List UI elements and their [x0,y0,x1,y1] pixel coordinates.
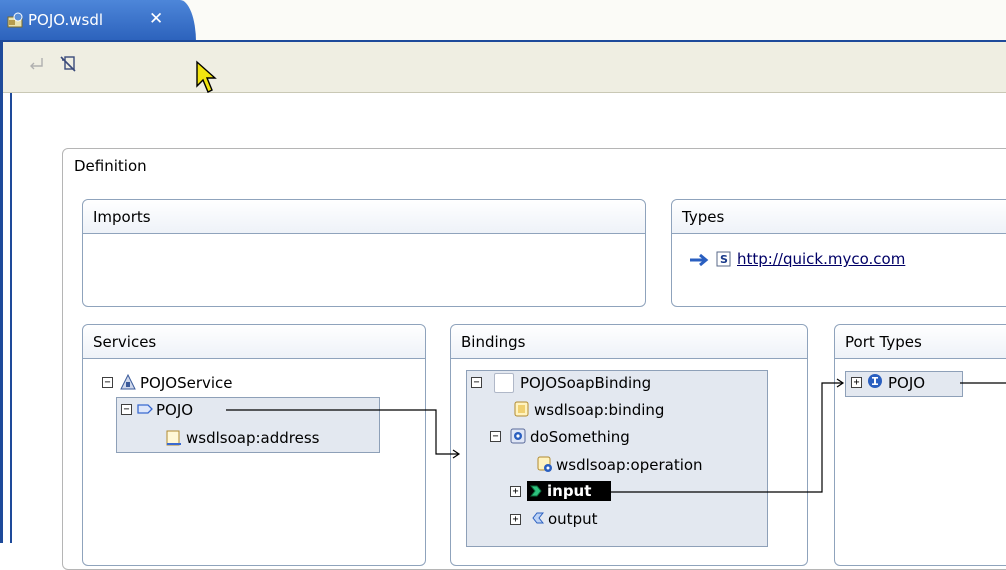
editor-tab-pojo-wsdl[interactable]: POJO.wsdl ✕ [0,0,196,42]
wsdl-file-icon [7,12,23,28]
types-header: Types [672,200,1006,234]
mouse-cursor-icon [196,60,217,93]
editor-tab-label: POJO.wsdl [28,11,104,29]
types-title: Types [682,208,725,226]
service-icon [120,374,136,390]
soap-address[interactable]: wsdlsoap:address [186,428,319,448]
editor-toolbar [3,42,1006,93]
input-message-icon [530,485,542,497]
operation-gear-icon [510,428,526,444]
binding-icon [494,373,514,393]
definition-title: Definition [74,157,147,175]
imports-title: Imports [93,208,151,226]
expand-input-toggle[interactable]: + [510,486,521,497]
reference-arrow-icon [690,253,709,267]
collapse-binding-toggle[interactable]: − [471,377,482,388]
schema-icon: S [716,251,731,267]
services-header: Services [83,325,425,359]
input-message[interactable]: input [547,481,591,501]
soap-binding[interactable]: wsdlsoap:binding [534,400,664,420]
bindings-header: Bindings [451,325,807,359]
soap-operation[interactable]: wsdlsoap:operation [556,455,703,475]
binding-name[interactable]: POJOSoapBinding [520,373,651,393]
output-message-icon [532,512,544,524]
collapse-operation-toggle[interactable]: − [490,431,501,442]
expand-port-type-toggle[interactable]: + [851,377,862,388]
back-arrow-icon[interactable] [25,53,47,75]
collapse-service-toggle[interactable]: − [102,377,113,388]
close-icon[interactable]: ✕ [149,8,163,30]
imports-section[interactable]: Imports [82,199,646,307]
port-type-name[interactable]: POJO [888,373,925,393]
canvas-left-border [10,93,12,543]
port-types-title: Port Types [845,333,922,351]
schema-link[interactable]: http://quick.myco.com [737,249,905,269]
services-title: Services [93,333,157,351]
port-icon [137,404,153,414]
port-type-icon [868,374,882,388]
expand-output-toggle[interactable]: + [510,514,521,525]
no-link-icon[interactable] [57,53,79,75]
address-icon [166,430,181,446]
svg-text:S: S [720,253,728,266]
editor-frame-left-border [0,42,3,543]
port-types-section[interactable]: Port Types [834,324,1006,566]
soap-binding-icon [514,401,529,417]
soap-operation-icon [537,456,552,472]
operation-name[interactable]: doSomething [530,427,630,447]
port-types-header: Port Types [835,325,1006,359]
port-name[interactable]: POJO [156,400,193,420]
service-name[interactable]: POJOService [140,373,233,393]
collapse-port-toggle[interactable]: − [121,404,132,415]
output-message[interactable]: output [548,509,597,529]
bindings-title: Bindings [461,333,526,351]
imports-header: Imports [83,200,645,234]
